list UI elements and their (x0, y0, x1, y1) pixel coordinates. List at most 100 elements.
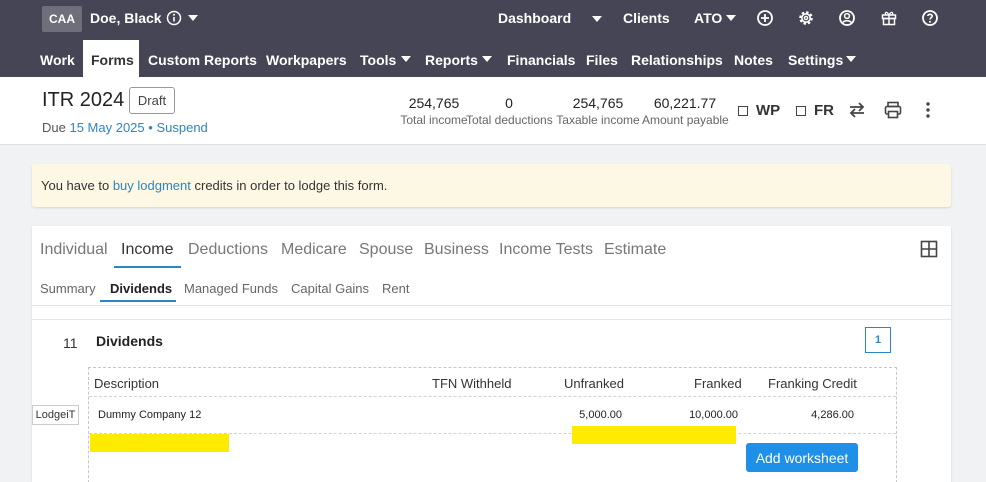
stat-value: 60,221.77 (653, 95, 717, 111)
nav-ato[interactable]: ATO (694, 10, 722, 26)
user-circle-icon[interactable] (838, 9, 856, 27)
swap-arrows-icon[interactable] (847, 100, 867, 120)
menu-workpapers[interactable]: Workpapers (266, 52, 347, 68)
col-description: Description (94, 376, 160, 391)
nav-clients[interactable]: Clients (623, 10, 670, 26)
stat-value: 254,765 (572, 95, 624, 111)
form-title: ITR 2024 (42, 89, 125, 111)
help-icon[interactable] (921, 9, 939, 27)
menu-relationships[interactable]: Relationships (631, 52, 723, 68)
subtab-dividends[interactable]: Dividends (110, 281, 172, 296)
stat-label: Taxable income (556, 113, 640, 127)
menu-notes[interactable]: Notes (734, 52, 773, 68)
grid-icon[interactable] (920, 240, 938, 258)
dividends-table: Description TFN Withheld Unfranked Frank… (88, 367, 897, 482)
menu-tools[interactable]: Tools (360, 52, 396, 68)
wp-label: WP (756, 102, 781, 119)
cell-franking-credit[interactable]: 4,286.00 (779, 409, 854, 421)
cell-franked[interactable]: 10,000.00 (659, 409, 738, 421)
subtab-capital-gains[interactable]: Capital Gains (291, 281, 369, 296)
chevron-down-icon[interactable] (401, 56, 411, 62)
highlight-mark (90, 434, 229, 452)
tab-medicare[interactable]: Medicare (281, 241, 347, 259)
chevron-down-icon[interactable] (726, 15, 736, 21)
form-header: ITR 2024 Draft Due 15 May 2025 • Suspend… (0, 77, 986, 145)
header-separator (89, 396, 896, 397)
due-prefix: Due (42, 120, 66, 135)
buy-lodgment-link[interactable]: buy lodgment (113, 178, 191, 193)
gear-icon[interactable] (797, 9, 815, 27)
cell-description[interactable]: Dummy Company 12 (98, 409, 201, 421)
more-vertical-icon[interactable] (918, 100, 938, 120)
menu-files[interactable]: Files (586, 52, 618, 68)
stat-amount-payable: 60,221.77 Amount payable (642, 95, 729, 127)
menu-work[interactable]: Work (40, 52, 75, 68)
banner-text-after: credits in order to lodge this form. (190, 178, 388, 193)
stat-taxable-income: 254,765 Taxable income (556, 95, 640, 127)
tab-individual[interactable]: Individual (40, 241, 108, 259)
top-bar: CAA Doe, Black Dashboard Clients ATO Wor… (0, 0, 986, 77)
gift-icon[interactable] (880, 9, 898, 27)
due-line: Due 15 May 2025 • Suspend (42, 120, 208, 135)
lodgment-credit-banner: You have to buy lodgment credits in orde… (32, 164, 951, 207)
stat-value: 0 (505, 95, 513, 111)
menu-forms-label: Forms (91, 52, 134, 68)
subtab-summary[interactable]: Summary (40, 281, 96, 296)
client-name[interactable]: Doe, Black (90, 10, 162, 26)
suspend-link[interactable]: Suspend (156, 120, 207, 135)
chevron-down-icon[interactable] (592, 16, 602, 22)
stat-total-deductions: 0 Total deductions (466, 95, 553, 127)
status-badge: Draft (129, 87, 175, 114)
chevron-down-icon[interactable] (188, 15, 198, 21)
org-badge[interactable]: CAA (42, 6, 82, 32)
subtab-managed-funds[interactable]: Managed Funds (184, 281, 278, 296)
due-date-link[interactable]: 15 May 2025 (69, 120, 144, 135)
menu-forms[interactable]: Forms (83, 40, 139, 77)
print-icon[interactable] (883, 100, 903, 120)
chevron-down-icon[interactable] (846, 56, 856, 62)
highlight-mark (572, 426, 736, 444)
stat-total-income: 254,765 Total income (394, 95, 474, 127)
stat-value: 254,765 (408, 95, 460, 111)
fr-label: FR (814, 102, 834, 119)
tab-income-tests[interactable]: Income Tests (499, 241, 593, 259)
fr-checkbox[interactable]: FR (796, 102, 834, 119)
wp-checkbox[interactable]: WP (738, 102, 780, 119)
subtab-rent[interactable]: Rent (382, 281, 409, 296)
col-franking-credit: Franking Credit (768, 376, 857, 391)
chevron-down-icon[interactable] (482, 56, 492, 62)
info-icon[interactable] (166, 10, 182, 26)
tab-estimate[interactable]: Estimate (604, 241, 666, 259)
stat-label: Total deductions (466, 113, 553, 127)
menu-settings[interactable]: Settings (788, 52, 843, 68)
dividends-section: 11 Dividends 1 Description TFN Withheld … (32, 319, 951, 482)
menu-reports[interactable]: Reports (425, 52, 478, 68)
active-tab-indicator (114, 266, 181, 268)
divider (32, 305, 951, 306)
row-count-badge[interactable]: 1 (865, 327, 891, 353)
col-tfn-withheld: TFN Withheld (432, 376, 512, 391)
add-worksheet-button[interactable]: Add worksheet (746, 443, 858, 472)
nav-dashboard[interactable]: Dashboard (498, 10, 571, 26)
menu-custom-reports[interactable]: Custom Reports (148, 52, 257, 68)
checkbox-box[interactable] (796, 105, 806, 116)
active-subtab-indicator (100, 300, 176, 302)
tab-income[interactable]: Income (121, 241, 173, 259)
tab-business[interactable]: Business (424, 241, 489, 259)
cell-unfranked[interactable]: 5,000.00 (549, 409, 622, 421)
section-number: 11 (63, 335, 78, 351)
checkbox-box[interactable] (738, 105, 748, 116)
form-card: Individual Income Deductions Medicare Sp… (32, 226, 951, 482)
banner-text-before: You have to (41, 178, 113, 193)
lodgeit-tag[interactable]: LodgeiT (32, 405, 79, 425)
menu-financials[interactable]: Financials (507, 52, 575, 68)
stat-label: Amount payable (642, 113, 729, 127)
tab-deductions[interactable]: Deductions (188, 241, 268, 259)
bullet-separator: • (148, 120, 153, 135)
section-title: Dividends (96, 333, 163, 349)
plus-circle-icon[interactable] (756, 9, 774, 27)
col-franked: Franked (694, 376, 742, 391)
tab-spouse[interactable]: Spouse (359, 241, 413, 259)
col-unfranked: Unfranked (564, 376, 624, 391)
stat-label: Total income (400, 113, 468, 127)
